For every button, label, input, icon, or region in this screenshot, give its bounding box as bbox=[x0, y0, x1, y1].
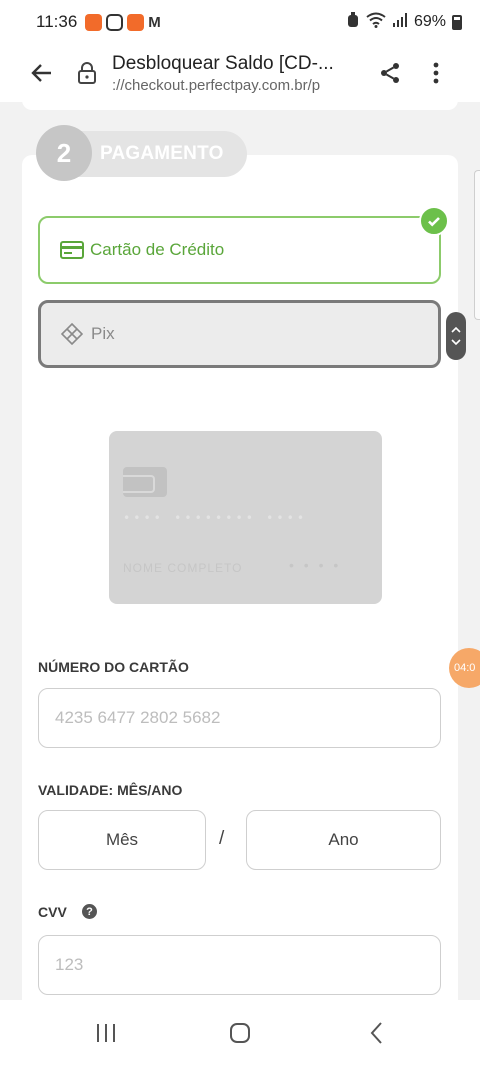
home-icon[interactable] bbox=[215, 1008, 265, 1058]
card-preview-number: •••• •••••••• •••• bbox=[123, 511, 308, 525]
card-number-label: NÚMERO DO CARTÃO bbox=[38, 659, 189, 675]
card-preview-brand: • • • • bbox=[289, 557, 342, 573]
checkout-page: 2 PAGAMENTO Cartão de Crédito Pix •••• •… bbox=[0, 102, 480, 1000]
question-circle-icon[interactable]: ? bbox=[82, 904, 97, 919]
year-select[interactable]: Ano bbox=[246, 810, 441, 870]
page-side-edge bbox=[474, 170, 480, 320]
credit-card-icon bbox=[60, 240, 86, 260]
month-select[interactable]: Mês bbox=[38, 810, 206, 870]
system-nav-bar bbox=[0, 1000, 480, 1066]
pix-option-label: Pix bbox=[91, 324, 115, 343]
page-url: ://checkout.perfectpay.com.br/p bbox=[112, 76, 321, 94]
browser-toolbar: Desbloquear Saldo [CD-... ://checkout.pe… bbox=[0, 44, 480, 102]
recent-apps-icon[interactable] bbox=[81, 1008, 131, 1058]
pix-option[interactable]: Pix bbox=[38, 300, 441, 368]
credit-card-option-label: Cartão de Crédito bbox=[90, 240, 225, 259]
pix-icon bbox=[61, 323, 87, 345]
battery-percent: 69% bbox=[413, 13, 446, 30]
step-number: 2 bbox=[36, 125, 92, 181]
instagram-icon bbox=[106, 13, 124, 31]
selected-check-icon bbox=[419, 206, 449, 236]
page-title: Desbloquear Saldo [CD-... bbox=[112, 52, 334, 74]
validity-label: VALIDADE: MÊS/ANO bbox=[38, 782, 183, 798]
signal-icon bbox=[392, 12, 408, 32]
address-area[interactable]: Desbloquear Saldo [CD-... ://checkout.pe… bbox=[112, 53, 357, 94]
share-icon[interactable] bbox=[373, 56, 407, 90]
gmail-icon: M bbox=[148, 13, 161, 31]
card-chip-icon bbox=[123, 467, 167, 497]
back-arrow-icon[interactable] bbox=[20, 51, 64, 95]
scroll-handle[interactable] bbox=[446, 312, 466, 360]
battery-icon bbox=[452, 14, 462, 30]
step-title: PAGAMENTO bbox=[100, 143, 224, 164]
status-time: 11:36 bbox=[36, 12, 78, 31]
wifi-icon bbox=[366, 12, 386, 33]
app-notification-icon bbox=[85, 13, 103, 31]
cvv-label: CVV bbox=[38, 904, 67, 920]
app-notification-icon-2 bbox=[127, 13, 145, 31]
card-preview: •••• •••••••• •••• NOME COMPLETO • • • • bbox=[109, 431, 382, 604]
more-options-icon[interactable] bbox=[424, 56, 448, 90]
card-preview-holder: NOME COMPLETO bbox=[123, 561, 243, 575]
credit-card-option[interactable]: Cartão de Crédito bbox=[38, 216, 441, 284]
nav-back-icon[interactable] bbox=[351, 1008, 401, 1058]
previous-section-card bbox=[22, 102, 458, 110]
status-bar: 11:36 M 69% bbox=[0, 0, 480, 44]
alarm-icon bbox=[346, 11, 360, 33]
card-number-input[interactable]: 4235 6477 2802 5682 bbox=[38, 688, 441, 748]
cvv-input[interactable]: 123 bbox=[38, 935, 441, 995]
validity-separator: / bbox=[219, 828, 225, 849]
lock-icon[interactable] bbox=[72, 58, 102, 88]
